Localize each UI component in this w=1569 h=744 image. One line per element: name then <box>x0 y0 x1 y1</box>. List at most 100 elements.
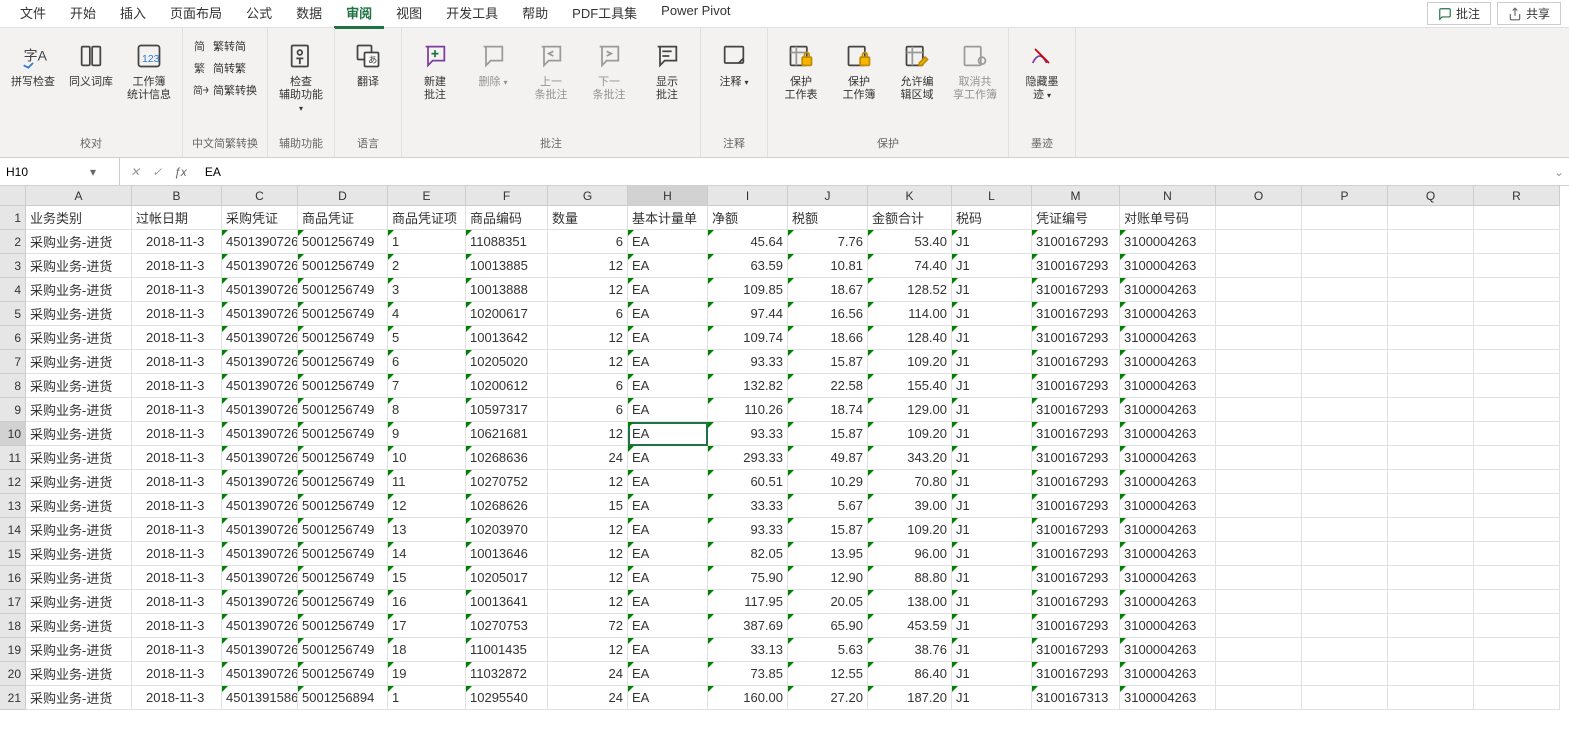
header-cell[interactable]: 税额 <box>788 206 868 230</box>
cell[interactable]: 采购业务-进货 <box>26 398 132 422</box>
cell[interactable]: 1 <box>388 230 466 254</box>
cell[interactable]: 4501390726 <box>222 494 298 518</box>
cell[interactable]: 2018-11-3 <box>132 638 222 662</box>
cell[interactable]: 114.00 <box>868 302 952 326</box>
cell[interactable]: 采购业务-进货 <box>26 446 132 470</box>
cell[interactable]: 70.80 <box>868 470 952 494</box>
cell[interactable] <box>1216 350 1302 374</box>
cell[interactable] <box>1388 302 1474 326</box>
cell[interactable]: 3100167293 <box>1032 662 1120 686</box>
cell[interactable]: 采购业务-进货 <box>26 566 132 590</box>
cell[interactable]: 3100167293 <box>1032 302 1120 326</box>
row-header-7[interactable]: 7 <box>0 350 26 374</box>
header-cell[interactable]: 商品凭证 <box>298 206 388 230</box>
cell[interactable]: 86.40 <box>868 662 952 686</box>
cell[interactable] <box>1388 422 1474 446</box>
row-header-4[interactable]: 4 <box>0 278 26 302</box>
cell[interactable]: 12 <box>548 590 628 614</box>
cell[interactable]: J1 <box>952 470 1032 494</box>
cell[interactable]: EA <box>628 278 708 302</box>
ribbon-editrange-button[interactable]: 允许编辑区域 <box>890 36 944 106</box>
cell[interactable] <box>1474 518 1560 542</box>
cell[interactable]: EA <box>628 302 708 326</box>
cell[interactable]: 3 <box>388 278 466 302</box>
ribbon-newcomment-button[interactable]: 新建批注 <box>408 36 462 106</box>
col-header-N[interactable]: N <box>1120 186 1216 206</box>
row-header-5[interactable]: 5 <box>0 302 26 326</box>
cell[interactable]: 15.87 <box>788 518 868 542</box>
cell[interactable] <box>1388 254 1474 278</box>
cell[interactable] <box>1388 638 1474 662</box>
col-header-C[interactable]: C <box>222 186 298 206</box>
cancel-icon[interactable]: ✕ <box>130 165 140 179</box>
cell[interactable]: 110.26 <box>708 398 788 422</box>
cell[interactable]: 4501390726 <box>222 590 298 614</box>
cell[interactable]: 10200612 <box>466 374 548 398</box>
name-box-input[interactable] <box>6 165 86 179</box>
cell[interactable]: 7.76 <box>788 230 868 254</box>
cell[interactable]: 10268636 <box>466 446 548 470</box>
menu-item-插入[interactable]: 插入 <box>108 0 158 29</box>
cell[interactable]: J1 <box>952 662 1032 686</box>
cell[interactable]: 10597317 <box>466 398 548 422</box>
cell[interactable]: EA <box>628 422 708 446</box>
cell[interactable] <box>1216 686 1302 710</box>
header-cell[interactable]: 业务类别 <box>26 206 132 230</box>
cell[interactable]: 19 <box>388 662 466 686</box>
cell[interactable]: J1 <box>952 326 1032 350</box>
cell[interactable]: 4501390726 <box>222 398 298 422</box>
row-header-10[interactable]: 10 <box>0 422 26 446</box>
cell[interactable] <box>1388 590 1474 614</box>
cell[interactable]: 3100004263 <box>1120 446 1216 470</box>
cell[interactable]: 16 <box>388 590 466 614</box>
col-header-A[interactable]: A <box>26 186 132 206</box>
cell[interactable]: 5.63 <box>788 638 868 662</box>
cell[interactable]: 5001256749 <box>298 422 388 446</box>
col-header-K[interactable]: K <box>868 186 952 206</box>
menu-item-审阅[interactable]: 审阅 <box>334 0 384 29</box>
cell[interactable] <box>1302 326 1388 350</box>
cell[interactable]: 2018-11-3 <box>132 398 222 422</box>
cell[interactable]: J1 <box>952 254 1032 278</box>
ribbon-protectsheet-button[interactable]: 保护工作表 <box>774 36 828 106</box>
cell[interactable]: 24 <box>548 662 628 686</box>
cell[interactable]: 109.74 <box>708 326 788 350</box>
cell[interactable]: 10013641 <box>466 590 548 614</box>
cell[interactable]: 453.59 <box>868 614 952 638</box>
cell[interactable] <box>1388 518 1474 542</box>
cell[interactable]: 17 <box>388 614 466 638</box>
cell[interactable]: 11001435 <box>466 638 548 662</box>
cell[interactable]: 12 <box>548 518 628 542</box>
cell[interactable]: 3100004263 <box>1120 614 1216 638</box>
cell[interactable]: 3100167293 <box>1032 326 1120 350</box>
spreadsheet[interactable]: ABCDEFGHIJKLMNOPQR1业务类别过帐日期采购凭证商品凭证商品凭证项… <box>0 186 1569 710</box>
row-header-18[interactable]: 18 <box>0 614 26 638</box>
cell[interactable]: 3100004263 <box>1120 254 1216 278</box>
cell[interactable] <box>1474 686 1560 710</box>
cell[interactable]: J1 <box>952 566 1032 590</box>
cell[interactable]: 4501390726 <box>222 230 298 254</box>
row-header-1[interactable]: 1 <box>0 206 26 230</box>
cell[interactable]: 109.20 <box>868 422 952 446</box>
cell[interactable]: 2018-11-3 <box>132 302 222 326</box>
cell[interactable]: 128.40 <box>868 326 952 350</box>
cell[interactable]: 343.20 <box>868 446 952 470</box>
confirm-icon[interactable]: ✓ <box>152 165 162 179</box>
cell[interactable]: 138.00 <box>868 590 952 614</box>
cell[interactable]: 4501390726 <box>222 422 298 446</box>
cell[interactable]: 6 <box>548 302 628 326</box>
col-header-H[interactable]: H <box>628 186 708 206</box>
cell[interactable] <box>1474 638 1560 662</box>
cell[interactable]: 18.67 <box>788 278 868 302</box>
cell[interactable]: 4501390726 <box>222 470 298 494</box>
cell[interactable]: EA <box>628 662 708 686</box>
cell[interactable]: EA <box>628 566 708 590</box>
cell[interactable]: 13.95 <box>788 542 868 566</box>
cell[interactable]: 4501391586 <box>222 686 298 710</box>
row-header-21[interactable]: 21 <box>0 686 26 710</box>
cell[interactable] <box>1474 278 1560 302</box>
row-header-16[interactable]: 16 <box>0 566 26 590</box>
cell[interactable] <box>1302 302 1388 326</box>
cell[interactable] <box>1302 350 1388 374</box>
cell[interactable]: 5001256749 <box>298 254 388 278</box>
